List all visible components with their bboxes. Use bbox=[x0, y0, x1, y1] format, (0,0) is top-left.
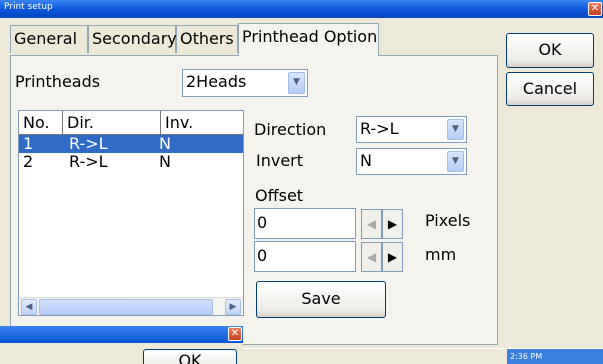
printheads-select[interactable]: 2Heads ▼ bbox=[182, 69, 308, 97]
cell-dir: R->L bbox=[69, 152, 108, 171]
invert-value: N bbox=[360, 151, 372, 170]
dialog-body: OK bbox=[0, 343, 243, 364]
cell-dir: R->L bbox=[69, 134, 108, 153]
cell-inv: N bbox=[159, 134, 171, 153]
cancel-button[interactable]: Cancel bbox=[506, 72, 594, 106]
arrow-left-icon[interactable]: ◀ bbox=[361, 209, 382, 239]
dialog-title-bar: ✕ bbox=[0, 326, 243, 343]
background-dialog: ✕ OK bbox=[0, 326, 243, 364]
offset-pixels-field[interactable]: 0 bbox=[254, 208, 356, 239]
clock: 2:36 PM bbox=[510, 352, 543, 361]
direction-select[interactable]: R->L ▼ bbox=[356, 116, 467, 143]
scrollbar-thumb[interactable] bbox=[39, 299, 213, 315]
cell-no: 1 bbox=[23, 134, 34, 153]
mm-unit-label: mm bbox=[425, 245, 457, 264]
printheads-table[interactable]: No. Dir. Inv. 1 R->L N 2 R->L N ◀ ▶ bbox=[18, 110, 244, 316]
direction-label: Direction bbox=[254, 120, 327, 139]
offset-mm-field[interactable]: 0 bbox=[254, 241, 356, 272]
cell-no: 2 bbox=[23, 152, 34, 171]
dialog-ok-button[interactable]: OK bbox=[143, 349, 237, 364]
window-title: Print setup bbox=[4, 2, 53, 12]
title-bar: Print setup ✕ bbox=[0, 0, 603, 18]
save-button[interactable]: Save bbox=[256, 281, 386, 318]
chevron-down-icon[interactable]: ▼ bbox=[447, 119, 464, 140]
cell-inv: N bbox=[159, 152, 171, 171]
chevron-down-icon[interactable]: ▼ bbox=[447, 151, 464, 172]
chevron-down-icon[interactable]: ▼ bbox=[288, 72, 305, 94]
pixels-unit-label: Pixels bbox=[425, 211, 471, 230]
invert-label: Invert bbox=[256, 151, 304, 170]
column-header-no[interactable]: No. bbox=[19, 111, 63, 135]
arrow-left-icon[interactable]: ◀ bbox=[21, 299, 37, 315]
arrow-left-icon[interactable]: ◀ bbox=[361, 242, 382, 272]
system-tray[interactable]: 2:36 PM bbox=[507, 349, 603, 364]
column-header-dir[interactable]: Dir. bbox=[63, 111, 161, 135]
tab-general[interactable]: General bbox=[10, 25, 88, 53]
arrow-right-icon[interactable]: ▶ bbox=[225, 299, 241, 315]
printheads-label: Printheads bbox=[15, 72, 101, 91]
table-header: No. Dir. Inv. bbox=[19, 111, 243, 135]
direction-value: R->L bbox=[360, 119, 399, 138]
ok-button[interactable]: OK bbox=[506, 33, 594, 68]
close-icon[interactable]: ✕ bbox=[228, 327, 242, 341]
offset-label: Offset bbox=[255, 186, 304, 205]
taskbar: 2:36 PM bbox=[243, 348, 603, 364]
tab-others[interactable]: Others bbox=[176, 25, 238, 53]
close-icon[interactable]: ✕ bbox=[588, 2, 602, 16]
arrow-right-icon[interactable]: ▶ bbox=[382, 209, 403, 239]
invert-select[interactable]: N ▼ bbox=[356, 148, 467, 175]
tab-secondary[interactable]: Secondary bbox=[88, 25, 177, 53]
arrow-right-icon[interactable]: ▶ bbox=[382, 242, 403, 272]
table-row[interactable]: 1 R->L N bbox=[19, 135, 243, 153]
printheads-value: 2Heads bbox=[186, 72, 247, 91]
table-row[interactable]: 2 R->L N bbox=[19, 153, 243, 171]
column-header-inv[interactable]: Inv. bbox=[161, 111, 243, 135]
horizontal-scrollbar[interactable]: ◀ ▶ bbox=[19, 297, 243, 315]
tab-printhead-option[interactable]: Printhead Option bbox=[238, 23, 379, 56]
